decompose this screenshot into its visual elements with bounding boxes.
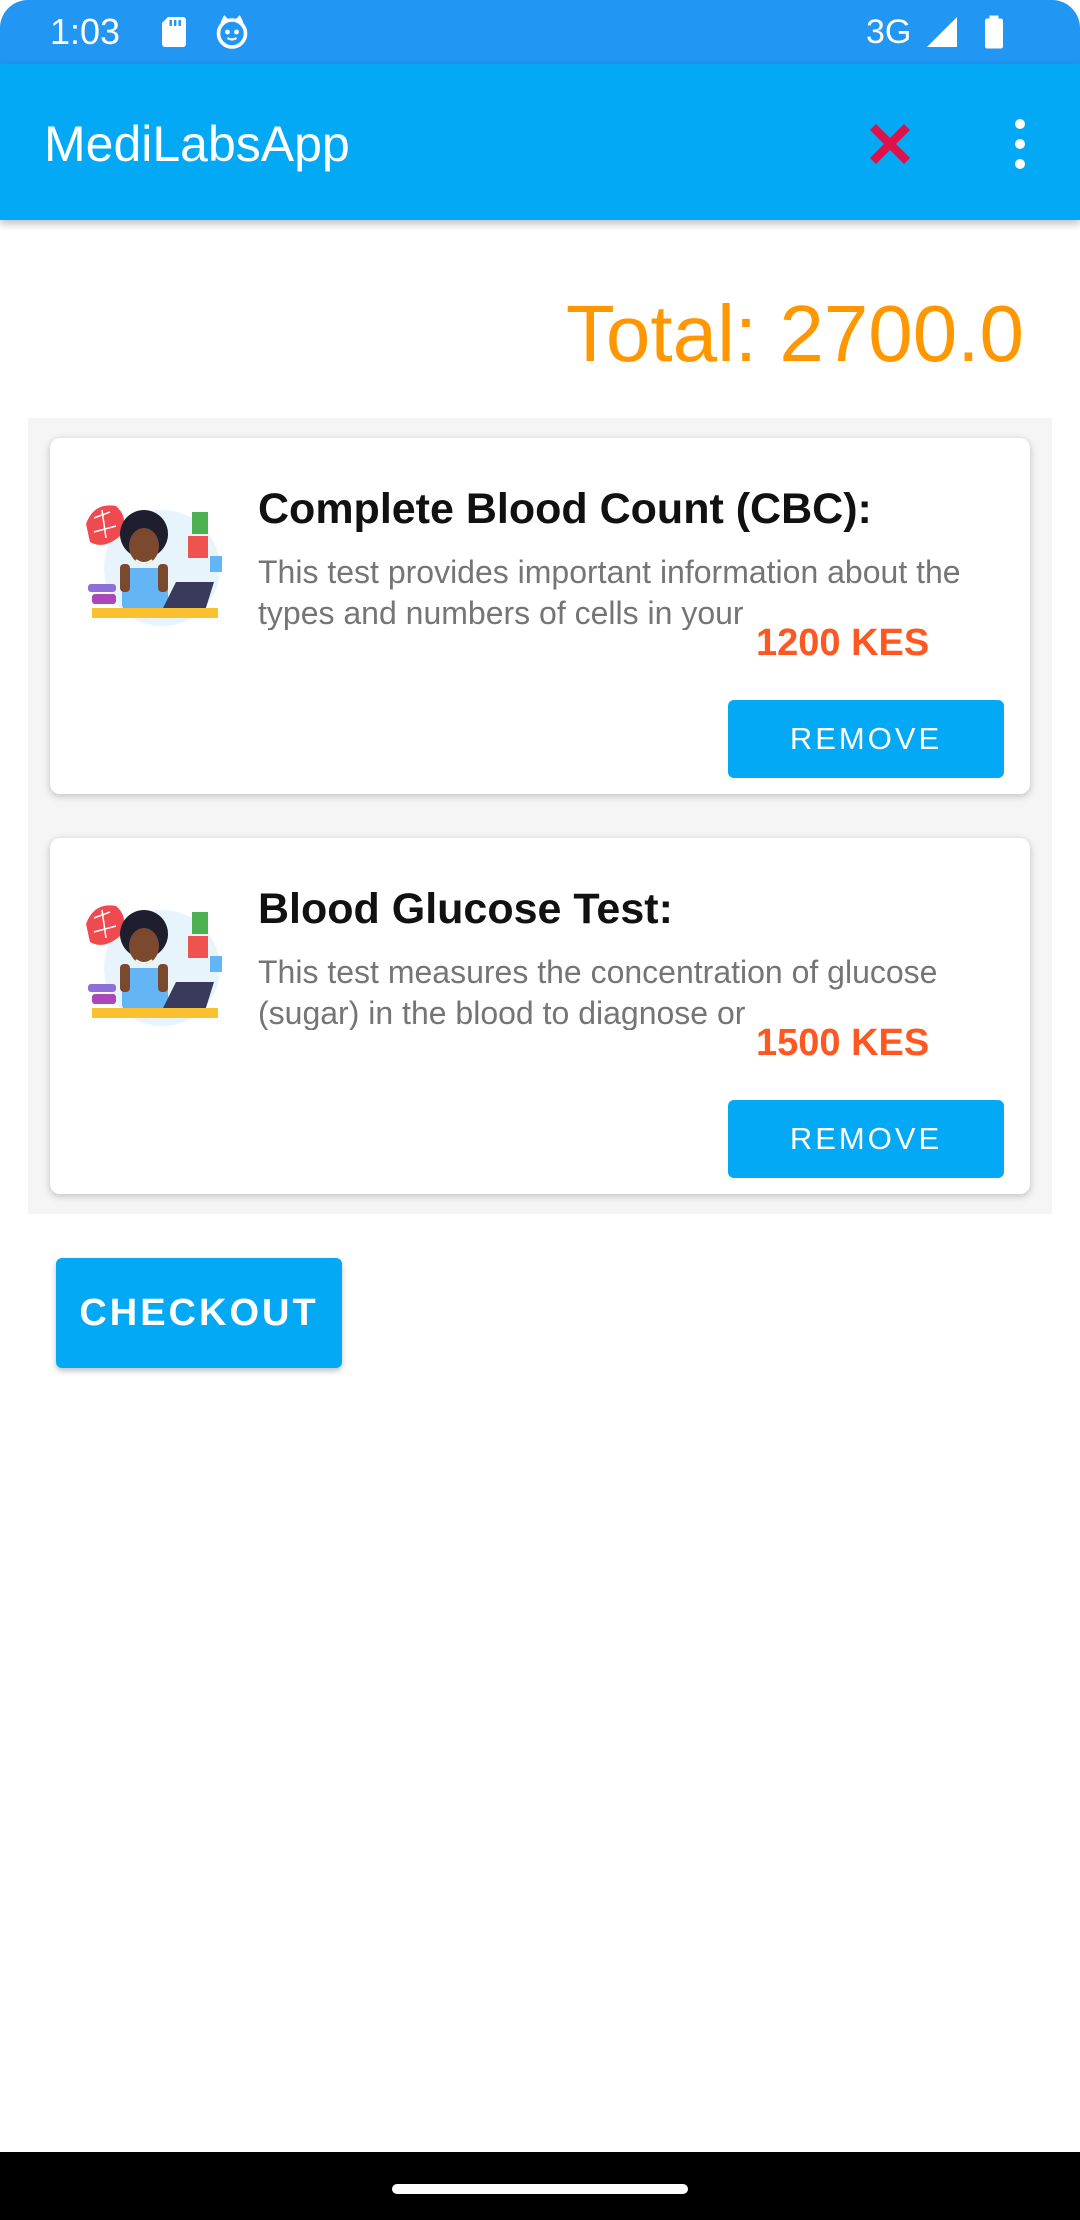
status-bar: 1:03 3G (0, 0, 1080, 64)
home-indicator[interactable] (392, 2184, 688, 2194)
close-icon[interactable] (862, 116, 918, 172)
overflow-menu-icon[interactable] (1000, 112, 1040, 176)
test-price: 1500 KES (756, 1022, 930, 1064)
test-title: Complete Blood Count (CBC): (258, 485, 872, 533)
doctor-illustration-icon (80, 498, 226, 628)
app-bar: MediLabsApp (0, 64, 1080, 220)
cart-item-card: Complete Blood Count (CBC): This test pr… (50, 438, 1030, 794)
cart-item-card: Blood Glucose Test: This test measures t… (50, 838, 1030, 1194)
checkout-button[interactable]: CHECKOUT (56, 1258, 342, 1368)
cat-face-icon (214, 14, 250, 50)
system-nav-bar (0, 2152, 1080, 2220)
test-description: This test measures the concentration of … (258, 954, 938, 1030)
signal-icon (924, 14, 960, 50)
cart-list: Complete Blood Count (CBC): This test pr… (28, 418, 1052, 1214)
app-title: MediLabsApp (44, 116, 350, 172)
battery-icon (976, 14, 1012, 50)
sd-card-icon (156, 14, 192, 50)
test-description: This test provides important information… (258, 554, 961, 630)
status-time: 1:03 (50, 11, 121, 52)
remove-button[interactable]: REMOVE (728, 1100, 1004, 1178)
cart-total: Total: 2700.0 (565, 289, 1024, 378)
network-type: 3G (866, 13, 912, 51)
doctor-illustration-icon (80, 898, 226, 1028)
remove-button[interactable]: REMOVE (728, 700, 1004, 778)
test-price: 1200 KES (756, 622, 930, 664)
test-title: Blood Glucose Test: (258, 885, 673, 933)
